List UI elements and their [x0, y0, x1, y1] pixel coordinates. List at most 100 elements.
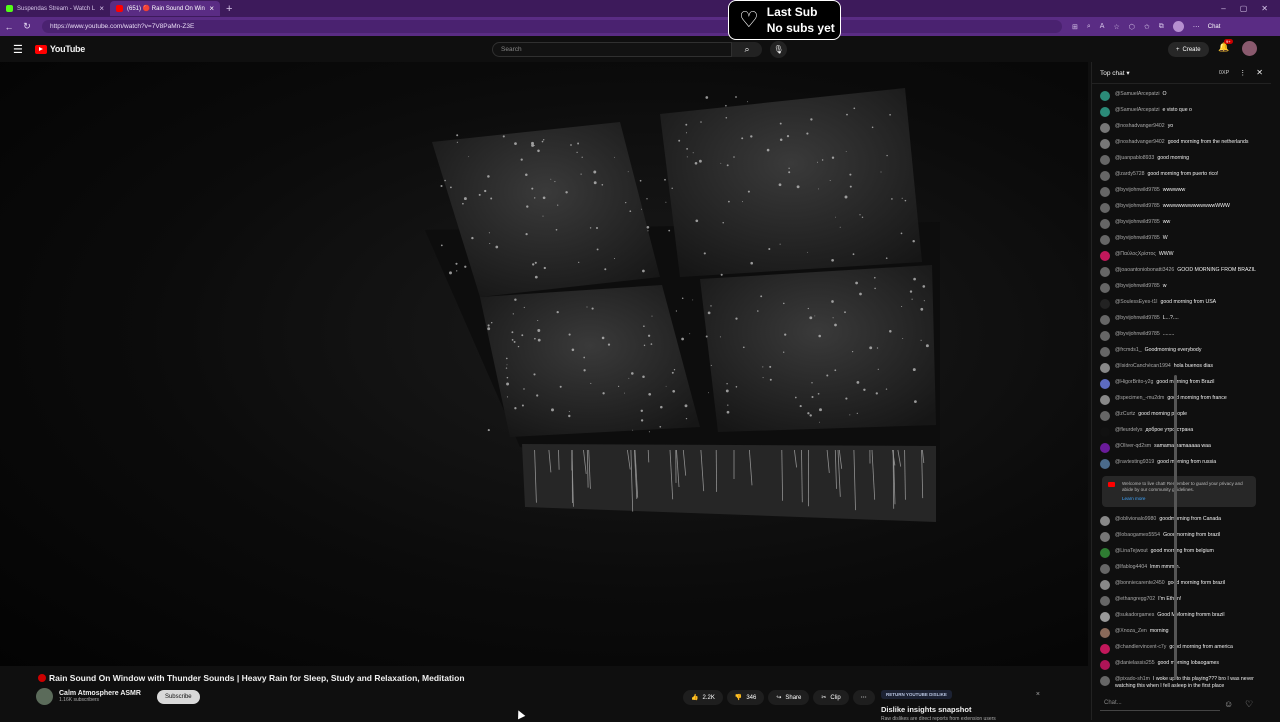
create-button[interactable]: + Create: [1168, 42, 1209, 57]
chat-username[interactable]: @sukadorgames: [1115, 612, 1154, 618]
url-field[interactable]: https://www.youtube.com/watch?v=7V8PaMn-…: [42, 20, 1062, 33]
chat-avatar[interactable]: [1100, 91, 1110, 101]
back-icon[interactable]: ←: [0, 22, 18, 32]
clip-button[interactable]: ✂ Clip: [813, 690, 848, 705]
share-button[interactable]: ↪ Share: [768, 690, 809, 705]
browser-tab-kick[interactable]: Suspendas Stream - Watch L ×: [0, 1, 110, 16]
chat-avatar[interactable]: [1100, 427, 1110, 437]
search-icon[interactable]: ⌕: [732, 42, 762, 57]
chat-scrollbar[interactable]: [1174, 375, 1177, 680]
user-avatar[interactable]: [1242, 41, 1257, 56]
favorites-icon[interactable]: ✩: [1144, 23, 1150, 31]
chat-avatar[interactable]: [1100, 612, 1110, 622]
chat-username[interactable]: @byvijohnwild9785: [1115, 283, 1160, 289]
chat-menu-icon[interactable]: ⋮: [1239, 69, 1246, 77]
chat-avatar[interactable]: [1100, 203, 1110, 213]
chat-avatar[interactable]: [1100, 644, 1110, 654]
chat-avatar[interactable]: [1100, 660, 1110, 670]
maximize-icon[interactable]: ▢: [1240, 4, 1248, 13]
translate-icon[interactable]: ⊞: [1072, 23, 1078, 31]
notifications-bell-icon[interactable]: 🔔 9+: [1218, 42, 1229, 53]
collections-icon[interactable]: ⧉: [1159, 23, 1164, 31]
chat-avatar[interactable]: [1100, 283, 1110, 293]
microphone-icon[interactable]: 🎙: [770, 41, 787, 58]
chat-avatar[interactable]: [1100, 379, 1110, 389]
reaction-heart-icon[interactable]: ♡: [1245, 699, 1253, 710]
chat-avatar[interactable]: [1100, 459, 1110, 469]
chat-avatar[interactable]: [1100, 516, 1110, 526]
close-chat-icon[interactable]: ✕: [1256, 68, 1263, 77]
chat-avatar[interactable]: [1100, 331, 1110, 341]
video-player[interactable]: [0, 62, 1088, 666]
chat-username[interactable]: @ΠαύλοςΧρίστος: [1115, 251, 1156, 257]
close-tab-icon[interactable]: ×: [209, 4, 214, 13]
chat-avatar[interactable]: [1100, 155, 1110, 165]
chat-avatar[interactable]: [1100, 187, 1110, 197]
close-window-icon[interactable]: ✕: [1261, 4, 1268, 13]
copilot-chat-button[interactable]: Chat: [1208, 24, 1221, 30]
chat-avatar[interactable]: [1100, 676, 1110, 686]
close-tab-icon[interactable]: ×: [99, 4, 104, 13]
chat-avatar[interactable]: [1100, 564, 1110, 574]
learn-more-link[interactable]: Learn more: [1122, 496, 1251, 502]
chat-username[interactable]: @specimen_-mu2dm: [1115, 395, 1164, 401]
top-chat-dropdown[interactable]: Top chat ▾: [1100, 69, 1130, 77]
chat-avatar[interactable]: [1100, 171, 1110, 181]
chat-avatar[interactable]: [1100, 107, 1110, 117]
chat-avatar[interactable]: [1100, 235, 1110, 245]
youtube-logo[interactable]: YouTube: [35, 44, 85, 54]
chat-avatar[interactable]: [1100, 139, 1110, 149]
channel-avatar[interactable]: [36, 688, 53, 705]
chat-avatar[interactable]: [1100, 580, 1110, 590]
chat-username[interactable]: @noshadvanger9402: [1115, 139, 1165, 145]
chat-input[interactable]: Chat...: [1100, 697, 1220, 711]
chat-username[interactable]: @byvijohnwild9785: [1115, 203, 1160, 209]
chat-username[interactable]: @ravtesting9319: [1115, 459, 1154, 465]
star-icon[interactable]: ☆: [1113, 23, 1119, 31]
chat-username[interactable]: @zCurtz: [1115, 411, 1135, 417]
chat-avatar[interactable]: [1100, 443, 1110, 453]
chat-avatar[interactable]: [1100, 347, 1110, 357]
chat-username[interactable]: @byvijohnwild9785: [1115, 219, 1160, 225]
chat-avatar[interactable]: [1100, 395, 1110, 405]
more-icon[interactable]: ⋯: [1193, 23, 1200, 31]
reload-icon[interactable]: ↻: [18, 21, 36, 32]
chat-username[interactable]: @byvijohnwild9785: [1115, 331, 1160, 337]
hamburger-menu-icon[interactable]: ☰: [13, 43, 23, 56]
like-button[interactable]: 👍 2.2K: [683, 690, 723, 705]
chat-avatar[interactable]: [1100, 219, 1110, 229]
chat-username[interactable]: @bonniecarente2450: [1115, 580, 1165, 586]
chat-username[interactable]: @noshadvanger9402: [1115, 123, 1165, 129]
chat-username[interactable]: @IsidroCanchécan1994: [1115, 363, 1171, 369]
chat-username[interactable]: @SamuelArcepatzi: [1115, 91, 1159, 97]
chat-username[interactable]: @SamuelArcepatzi: [1115, 107, 1159, 113]
chat-avatar[interactable]: [1100, 315, 1110, 325]
chat-avatar[interactable]: [1100, 363, 1110, 373]
chat-username[interactable]: @danielassis255: [1115, 660, 1155, 666]
minimize-icon[interactable]: –: [1221, 4, 1225, 13]
extension-icon[interactable]: ⬡: [1129, 23, 1135, 31]
reader-icon[interactable]: A: [1100, 23, 1105, 30]
chat-username[interactable]: @fleurdelys: [1115, 427, 1142, 433]
channel-name[interactable]: Calm Atmosphere ASMR: [59, 690, 141, 697]
chat-username[interactable]: @byvijohnwild9785: [1115, 235, 1160, 241]
zoom-icon[interactable]: ⌕: [1087, 23, 1091, 31]
chat-username[interactable]: @juanpablo8933: [1115, 155, 1154, 161]
chat-username[interactable]: @SoulessEyes-t1l: [1115, 299, 1157, 305]
chat-avatar[interactable]: [1100, 628, 1110, 638]
close-icon[interactable]: ×: [1036, 691, 1040, 698]
profile-avatar[interactable]: [1173, 21, 1184, 32]
chat-username[interactable]: @ethangregg702: [1115, 596, 1155, 602]
chat-username[interactable]: @Xnoza_Zen: [1115, 628, 1147, 634]
chat-avatar[interactable]: [1100, 299, 1110, 309]
dislike-button[interactable]: 👎 346: [727, 690, 765, 705]
chat-avatar[interactable]: [1100, 532, 1110, 542]
xp-badge[interactable]: 0XP: [1219, 70, 1229, 76]
chat-avatar[interactable]: [1100, 411, 1110, 421]
subscribe-button[interactable]: Subscribe: [157, 690, 200, 704]
search-input[interactable]: Search: [492, 42, 732, 57]
chat-avatar[interactable]: [1100, 596, 1110, 606]
chat-username[interactable]: @frcmds1_: [1115, 347, 1142, 353]
more-actions-button[interactable]: ⋯: [853, 690, 875, 705]
emoji-icon[interactable]: ☺: [1224, 699, 1233, 709]
